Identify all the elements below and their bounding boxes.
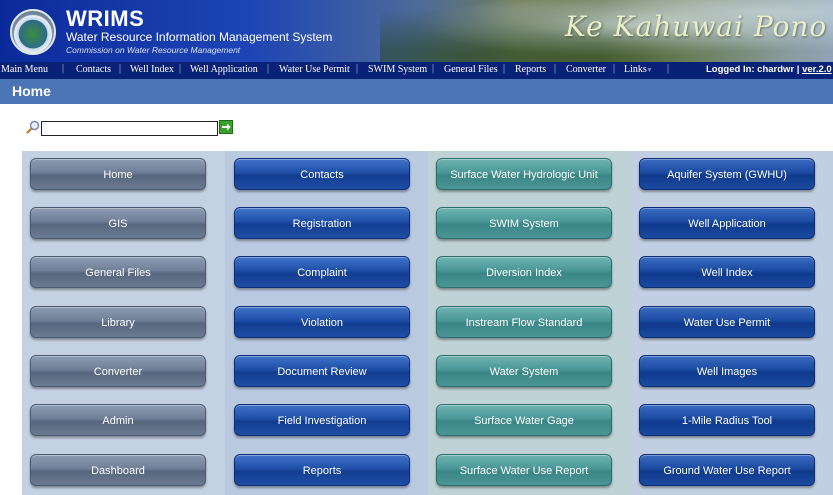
login-status: Logged In: chardwr | ver.2.0	[706, 64, 832, 75]
menu-separator: |	[119, 63, 122, 74]
dashboard-button[interactable]: Dashboard	[30, 454, 206, 486]
menu-item-links[interactable]: Links	[624, 64, 647, 75]
well-index-button[interactable]: Well Index	[639, 256, 815, 288]
arrow-right-icon	[222, 123, 231, 131]
menu-item-well-index[interactable]: Well Index	[130, 64, 174, 75]
menu-separator: |	[179, 63, 182, 74]
admin-button[interactable]: Admin	[30, 404, 206, 436]
gis-button[interactable]: GIS	[30, 207, 206, 239]
water-use-permit-button[interactable]: Water Use Permit	[639, 306, 815, 338]
swim-system-button[interactable]: SWIM System	[436, 207, 612, 239]
aquifer-system-button[interactable]: Aquifer System (GWHU)	[639, 158, 815, 190]
brand-organization: Commission on Water Resource Management	[66, 45, 241, 55]
well-application-button[interactable]: Well Application	[639, 207, 815, 239]
converter-button[interactable]: Converter	[30, 355, 206, 387]
menu-item-well-application[interactable]: Well Application	[190, 64, 258, 75]
search-input[interactable]	[41, 121, 218, 136]
contacts-button[interactable]: Contacts	[234, 158, 410, 190]
module-column-surface-water: Surface Water Hydrologic Unit SWIM Syste…	[428, 151, 631, 495]
menu-separator: |	[613, 63, 616, 74]
ground-water-use-report-button[interactable]: Ground Water Use Report	[639, 454, 815, 486]
complaint-button[interactable]: Complaint	[234, 256, 410, 288]
logged-in-user-label: Logged In: chardwr |	[706, 64, 800, 75]
search-go-button[interactable]	[219, 120, 233, 134]
menu-separator: |	[356, 63, 359, 74]
dropdown-arrow-icon[interactable]: ▼	[646, 66, 653, 74]
well-images-button[interactable]: Well Images	[639, 355, 815, 387]
brand-title: WRIMS	[66, 6, 145, 31]
menu-separator: |	[503, 63, 506, 74]
menu-separator: |	[667, 63, 670, 74]
version-link[interactable]: ver.2.0	[802, 64, 832, 75]
home-button[interactable]: Home	[30, 158, 206, 190]
menu-item-converter[interactable]: Converter	[566, 64, 606, 75]
menu-separator: |	[62, 63, 65, 74]
menu-separator: |	[432, 63, 435, 74]
surface-water-hydrologic-unit-button[interactable]: Surface Water Hydrologic Unit	[436, 158, 612, 190]
document-review-button[interactable]: Document Review	[234, 355, 410, 387]
menu-item-water-use-permit[interactable]: Water Use Permit	[279, 64, 350, 75]
hawaiian-motto: Ke Kahuwai Pono	[565, 10, 828, 43]
brand-subtitle: Water Resource Information Management Sy…	[66, 30, 333, 44]
menu-item-swim-system[interactable]: SWIM System	[368, 64, 427, 75]
main-content: Home GIS General Files Library Converter…	[0, 104, 833, 495]
menu-separator: |	[267, 63, 270, 74]
field-investigation-button[interactable]: Field Investigation	[234, 404, 410, 436]
menu-item-general-files[interactable]: General Files	[444, 64, 498, 75]
module-column-ground-water: Aquifer System (GWHU) Well Application W…	[631, 151, 833, 495]
module-button-grid: Home GIS General Files Library Converter…	[22, 151, 833, 495]
header-banner: WRIMS Water Resource Information Managem…	[0, 0, 833, 62]
registration-button[interactable]: Registration	[234, 207, 410, 239]
menu-separator: |	[554, 63, 557, 74]
reports-button[interactable]: Reports	[234, 454, 410, 486]
commission-seal-logo	[10, 9, 56, 55]
page-title-bar: Home	[0, 79, 833, 104]
menu-item-main-menu[interactable]: Main Menu	[1, 64, 48, 75]
violation-button[interactable]: Violation	[234, 306, 410, 338]
menu-item-contacts[interactable]: Contacts	[76, 64, 111, 75]
water-system-button[interactable]: Water System	[436, 355, 612, 387]
one-mile-radius-tool-button[interactable]: 1-Mile Radius Tool	[639, 404, 815, 436]
instream-flow-standard-button[interactable]: Instream Flow Standard	[436, 306, 612, 338]
module-column-general: Home GIS General Files Library Converter…	[22, 151, 225, 495]
search-icon	[26, 120, 40, 134]
module-column-enforcement: Contacts Registration Complaint Violatio…	[225, 151, 428, 495]
page-title: Home	[12, 83, 51, 99]
general-files-button[interactable]: General Files	[30, 256, 206, 288]
menu-item-reports[interactable]: Reports	[515, 64, 546, 75]
diversion-index-button[interactable]: Diversion Index	[436, 256, 612, 288]
library-button[interactable]: Library	[30, 306, 206, 338]
surface-water-gage-button[interactable]: Surface Water Gage	[436, 404, 612, 436]
main-menu-bar: Main Menu | Contacts | Well Index | Well…	[0, 62, 833, 79]
surface-water-use-report-button[interactable]: Surface Water Use Report	[436, 454, 612, 486]
